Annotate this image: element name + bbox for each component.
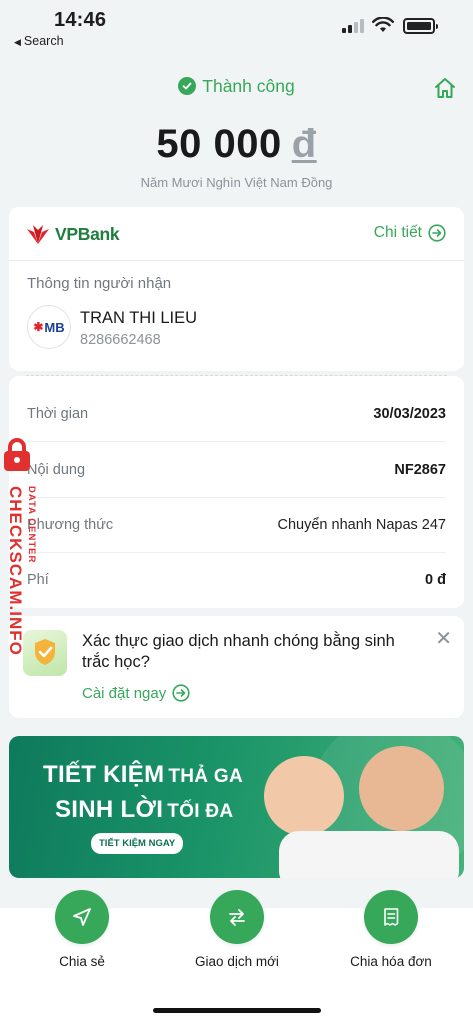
home-icon[interactable] [433, 77, 457, 99]
transaction-details-card: Thời gian 30/03/2023 Nội dung NF2867 Phư… [9, 376, 464, 608]
new-transaction-button[interactable]: Giao dịch mới [172, 890, 302, 969]
battery-icon [403, 18, 438, 34]
swap-icon [210, 890, 264, 944]
details-label: Chi tiết [373, 224, 422, 241]
setup-now-link[interactable]: Cài đặt ngay [82, 684, 190, 702]
cellular-signal-icon [342, 19, 364, 33]
close-icon[interactable]: ✕ [435, 626, 452, 651]
recipient-name: TRAN THI LIEU [80, 309, 198, 327]
save-now-button[interactable]: TIẾT KIỆM NGAY [91, 833, 184, 854]
amount-value: 50 000 [156, 122, 282, 166]
vpbank-logo: VPBank [25, 221, 120, 247]
info-label: Thời gian [27, 405, 89, 422]
info-value: NF2867 [394, 461, 446, 478]
recipient-section-label: Thông tin người nhận [27, 275, 172, 292]
vpbank-flower-icon [27, 225, 49, 244]
split-bill-label: Chia hóa đơn [350, 954, 432, 969]
back-arrow-icon: ◀ [14, 37, 21, 47]
banner-line1-text: TIẾT KIỆM [43, 761, 165, 788]
recipient-card: VPBank Chi tiết Thông tin người nhận ✱ MB… [9, 207, 464, 371]
send-icon [55, 890, 109, 944]
new-transaction-label: Giao dịch mới [195, 954, 279, 969]
mb-bank-logo: ✱ MB [27, 305, 71, 349]
status-bar: 14:46 ◀ Search [0, 0, 473, 52]
currency-symbol: đ [291, 122, 317, 166]
success-status: Thành công [0, 76, 473, 97]
split-bill-button[interactable]: Chia hóa đơn [326, 890, 456, 969]
checkscam-watermark: CHECKSCAM.INFO DATA CENTER [0, 438, 52, 668]
share-label: Chia sẻ [59, 954, 105, 969]
bill-split-icon [364, 890, 418, 944]
back-app-label: Search [23, 34, 64, 48]
mb-logo-text: MB [44, 319, 65, 335]
info-value: 0 đ [425, 571, 446, 588]
lock-icon [4, 438, 30, 471]
savings-promo-banner[interactable]: TIẾT KIỆM THẢ GA SINH LỜI TỐI ĐA TIẾT KIỆM… [9, 736, 464, 878]
clock: 14:46 [54, 9, 107, 31]
setup-now-label: Cài đặt ngay [82, 684, 167, 702]
share-button[interactable]: Chia sẻ [17, 890, 147, 969]
success-label: Thành công [202, 76, 295, 96]
info-row-method: Phương thức Chuyển nhanh Napas 247 [27, 497, 446, 552]
biometric-prompt-card: Xác thực giao dịch nhanh chóng bằng sinh… [9, 616, 464, 718]
banner-line1-small: THẢ GA [168, 766, 244, 787]
card-divider [9, 260, 464, 261]
check-circle-icon [178, 77, 197, 95]
banner-line2: SINH LỜI TỐI ĐA [55, 796, 233, 824]
transfer-amount: 50 000 đ [0, 122, 473, 167]
watermark-sub-text: DATA CENTER [26, 486, 37, 564]
info-row-fee: Phí 0 đ [27, 552, 446, 607]
info-value: 30/03/2023 [373, 405, 446, 422]
man-illustration [359, 746, 444, 831]
people-illustration [279, 831, 459, 878]
bank-name: VPBank [55, 223, 120, 244]
biometric-prompt-text: Xác thực giao dịch nhanh chóng bằng sinh… [82, 632, 395, 671]
details-link[interactable]: Chi tiết [374, 224, 446, 242]
info-row-time: Thời gian 30/03/2023 [27, 386, 446, 441]
banner-line2-small: TỐI ĐA [167, 801, 234, 822]
bottom-action-bar: Chia sẻ Giao dịch mới Chia hóa đơn [0, 890, 473, 1024]
amount-in-words: Năm Mươi Nghìn Việt Nam Đồng [140, 175, 333, 190]
arrow-circle-right-icon [172, 684, 190, 702]
banner-line1: TIẾT KIỆM THẢ GA [43, 761, 243, 789]
star-icon: ✱ [33, 320, 44, 334]
back-to-search-link[interactable]: ◀ Search [14, 34, 64, 48]
info-value: Chuyển nhanh Napas 247 [277, 516, 447, 533]
recipient-account: 8286662468 [80, 332, 161, 348]
arrow-circle-right-icon [428, 224, 446, 242]
watermark-main-text: CHECKSCAM.INFO [6, 486, 25, 656]
home-indicator [153, 1008, 321, 1013]
wifi-icon [372, 17, 394, 32]
info-row-content: Nội dung NF2867 [27, 442, 446, 497]
woman-illustration [264, 756, 344, 836]
banner-line2-text: SINH LỜI [55, 796, 164, 823]
